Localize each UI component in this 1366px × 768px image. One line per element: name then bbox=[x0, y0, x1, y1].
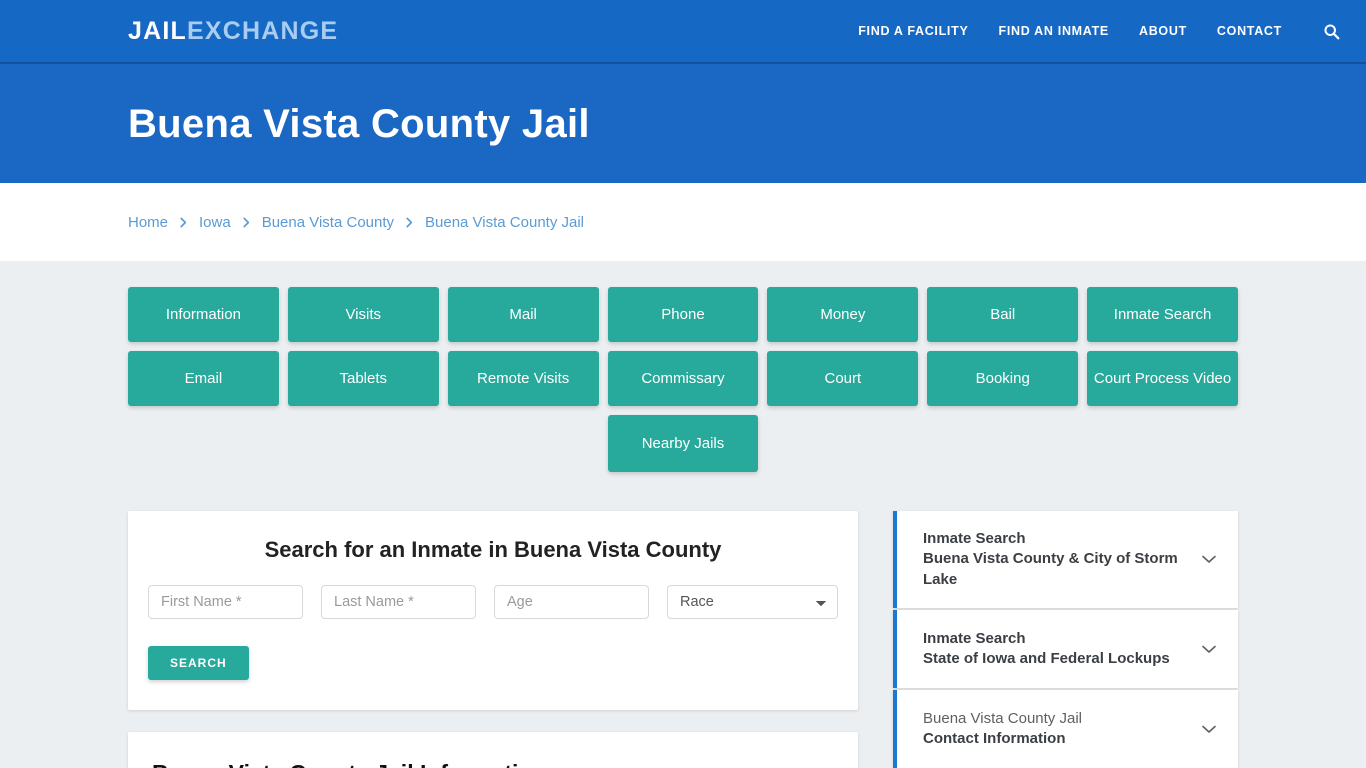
search-submit-button[interactable]: SEARCH bbox=[148, 646, 249, 680]
accordion-line-2: Buena Vista County & City of Storm Lake bbox=[923, 550, 1178, 588]
section-button-tablets[interactable]: Tablets bbox=[287, 351, 439, 406]
accordion-item-inmate-search-state[interactable]: Inmate Search State of Iowa and Federal … bbox=[893, 609, 1238, 688]
accordion-line-1: Buena Vista County Jail bbox=[923, 709, 1082, 727]
section-button-inmate-search[interactable]: Inmate Search bbox=[1087, 287, 1238, 342]
accordion-item-inmate-search-county[interactable]: Inmate Search Buena Vista County & City … bbox=[893, 511, 1238, 608]
inmate-search-heading: Search for an Inmate in Buena Vista Coun… bbox=[264, 537, 722, 562]
main-navigation: FIND A FACILITY FIND AN INMATE ABOUT CON… bbox=[858, 20, 1342, 42]
accordion-line-1: Inmate Search bbox=[923, 530, 1026, 547]
inmate-search-form: Race bbox=[148, 585, 838, 619]
accordion-item-text: Inmate Search State of Iowa and Federal … bbox=[923, 629, 1186, 670]
nav-find-a-facility[interactable]: FIND A FACILITY bbox=[858, 24, 968, 38]
section-button-remote-visits[interactable]: Remote Visits bbox=[447, 351, 599, 406]
accordion-item-text: Inmate Search Buena Vista County & City … bbox=[923, 529, 1186, 590]
main-column: Search for an Inmate in Buena Vista Coun… bbox=[128, 511, 858, 768]
breadcrumb-item-county[interactable]: Buena Vista County bbox=[262, 214, 394, 231]
nav-find-an-inmate[interactable]: FIND AN INMATE bbox=[998, 24, 1108, 38]
nav-about[interactable]: ABOUT bbox=[1139, 24, 1187, 38]
chevron-right-icon bbox=[178, 217, 189, 228]
sidebar-column: Inmate Search Buena Vista County & City … bbox=[893, 511, 1238, 768]
age-input[interactable] bbox=[494, 585, 649, 619]
chevron-down-icon[interactable] bbox=[1198, 548, 1220, 570]
accordion-item-text: Buena Vista County Jail Contact Informat… bbox=[923, 709, 1186, 750]
sidebar-accordion: Inmate Search Buena Vista County & City … bbox=[893, 511, 1238, 768]
chevron-right-icon bbox=[404, 217, 415, 228]
section-button-mail[interactable]: Mail bbox=[447, 287, 599, 342]
page-title: Buena Vista County Jail bbox=[128, 101, 590, 146]
last-name-input[interactable] bbox=[321, 585, 476, 619]
inmate-search-card: Search for an Inmate in Buena Vista Coun… bbox=[128, 511, 858, 710]
breadcrumb-item-iowa[interactable]: Iowa bbox=[199, 214, 231, 231]
breadcrumb-item-home[interactable]: Home bbox=[128, 214, 168, 231]
chevron-down-icon[interactable] bbox=[1198, 638, 1220, 660]
accordion-line-2: Contact Information bbox=[923, 729, 1066, 747]
logo-text-jail: JAIL bbox=[128, 16, 187, 45]
page-hero: Buena Vista County Jail bbox=[0, 64, 1366, 183]
section-button-phone[interactable]: Phone bbox=[607, 287, 759, 342]
section-button-information[interactable]: Information bbox=[128, 287, 279, 342]
logo-text-exchange: EXCHANGE bbox=[186, 16, 339, 45]
accordion-line-1: Inmate Search bbox=[923, 629, 1026, 647]
section-button-nearby-jails[interactable]: Nearby Jails bbox=[607, 415, 759, 472]
chevron-right-icon bbox=[241, 217, 252, 228]
section-button-bail[interactable]: Bail bbox=[927, 287, 1079, 342]
breadcrumb-bar: Home Iowa Buena Vista County Buena Vista… bbox=[0, 183, 1366, 261]
section-button-money[interactable]: Money bbox=[767, 287, 919, 342]
section-buttons-row-1: Information Visits Mail Phone Money Bail… bbox=[128, 287, 1238, 342]
chevron-down-icon[interactable] bbox=[1198, 718, 1220, 740]
breadcrumb-item-current[interactable]: Buena Vista County Jail bbox=[425, 214, 584, 231]
jail-information-heading: Buena Vista County Jail Information bbox=[152, 760, 834, 768]
section-button-commissary[interactable]: Commissary bbox=[607, 351, 759, 406]
section-button-visits[interactable]: Visits bbox=[287, 287, 439, 342]
section-buttons-row-3: Nearby Jails bbox=[128, 415, 1238, 472]
content-columns: Search for an Inmate in Buena Vista Coun… bbox=[128, 511, 1238, 768]
race-select[interactable]: Race bbox=[667, 585, 838, 619]
section-button-email[interactable]: Email bbox=[128, 351, 279, 406]
page-body: Information Visits Mail Phone Money Bail… bbox=[0, 261, 1366, 768]
site-header: JAILEXCHANGE FIND A FACILITY FIND AN INM… bbox=[0, 0, 1366, 64]
breadcrumb: Home Iowa Buena Vista County Buena Vista… bbox=[128, 214, 584, 231]
section-button-court-process-video[interactable]: Court Process Video bbox=[1087, 351, 1238, 406]
nav-contact[interactable]: CONTACT bbox=[1217, 24, 1282, 38]
accordion-line-2: State of Iowa and Federal Lockups bbox=[923, 649, 1170, 667]
section-button-booking[interactable]: Booking bbox=[927, 351, 1079, 406]
accordion-item-contact-information[interactable]: Buena Vista County Jail Contact Informat… bbox=[893, 689, 1238, 768]
first-name-input[interactable] bbox=[148, 585, 303, 619]
section-buttons-row-2: Email Tablets Remote Visits Commissary C… bbox=[128, 351, 1238, 406]
section-button-court[interactable]: Court bbox=[767, 351, 919, 406]
search-icon[interactable] bbox=[1320, 20, 1342, 42]
site-logo[interactable]: JAILEXCHANGE bbox=[128, 16, 339, 45]
jail-information-card: Buena Vista County Jail Information bbox=[128, 732, 858, 768]
